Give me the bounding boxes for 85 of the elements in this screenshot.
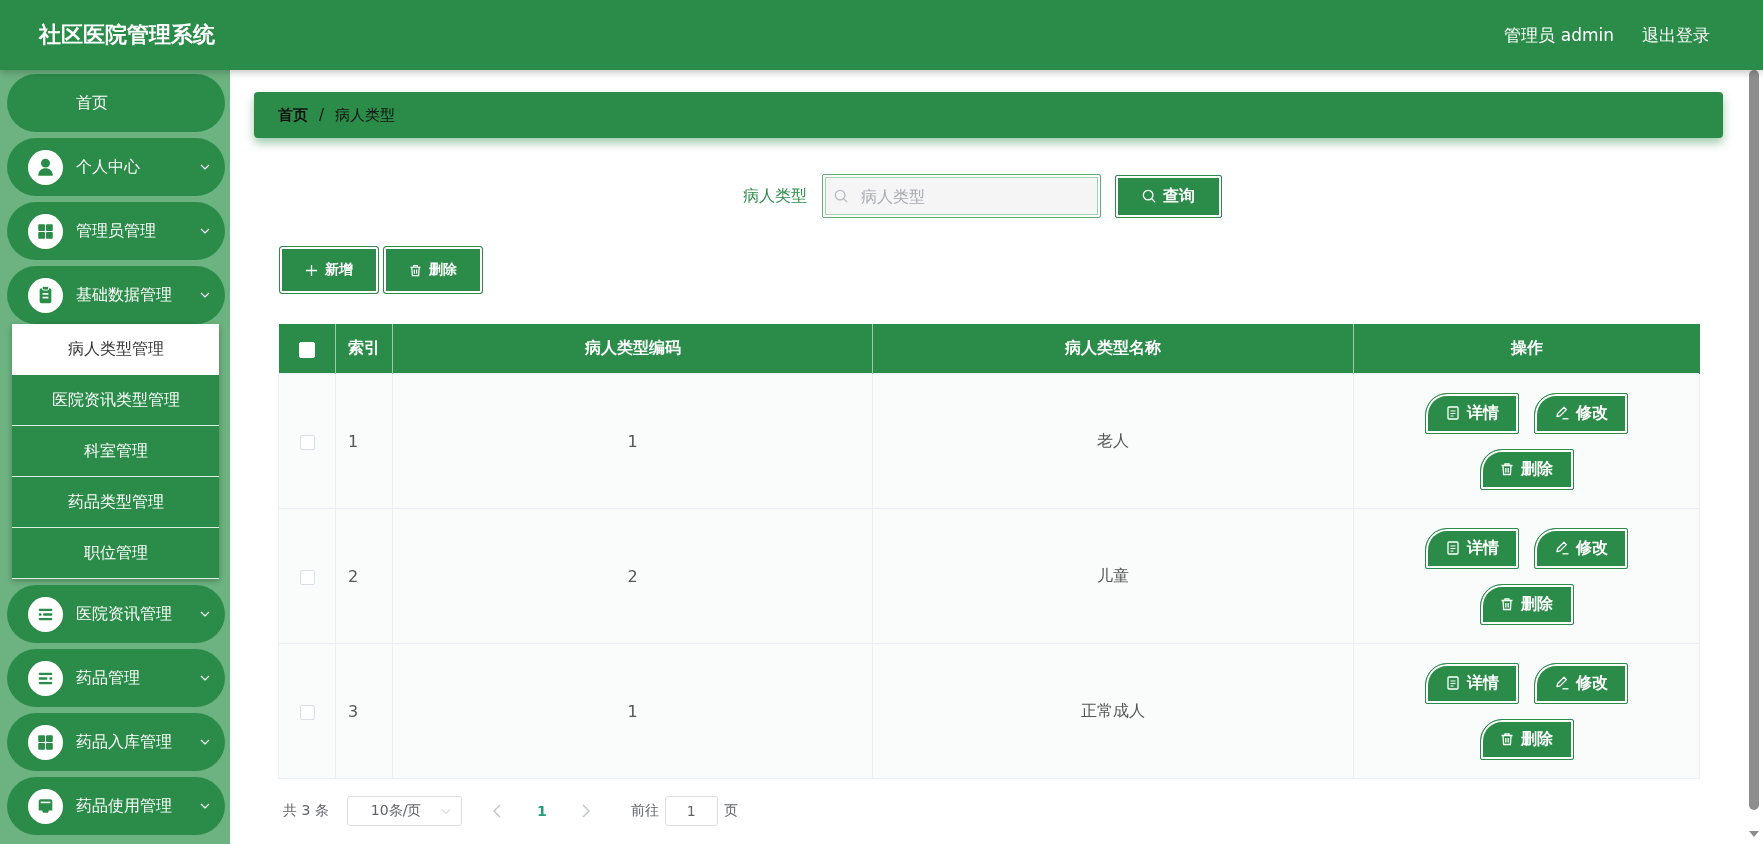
search-label: 病人类型	[743, 185, 807, 207]
table-cell: 儿童	[872, 508, 1354, 644]
plus-icon	[305, 263, 318, 277]
search-icon	[1142, 189, 1156, 203]
logout-link[interactable]: 退出登录	[1642, 23, 1710, 47]
chevron-down-icon	[200, 675, 210, 681]
trash-icon	[409, 263, 422, 277]
checkbox[interactable]	[299, 704, 315, 720]
grid-icon	[28, 724, 63, 760]
search-button[interactable]: 查询	[1115, 174, 1222, 218]
menu-item[interactable]: 管理员管理	[7, 202, 225, 260]
tray-icon	[28, 788, 63, 824]
checkbox[interactable]	[299, 569, 315, 585]
app-title: 社区医院管理系统	[39, 21, 215, 49]
menu-item[interactable]: 个人中心	[7, 138, 225, 196]
menu-item[interactable]: 药品管理	[7, 649, 225, 707]
goto-label: 前往	[630, 802, 659, 820]
column-header: 索引	[335, 324, 393, 374]
breadcrumb-current: 病人类型	[335, 105, 396, 125]
triangle-down-icon[interactable]	[1749, 831, 1759, 837]
edit-button[interactable]: 修改	[1534, 392, 1628, 434]
search-field[interactable]: 病人类型	[822, 174, 1101, 218]
column-header: 病人类型编码	[392, 324, 873, 374]
table-cell: 正常成人	[872, 643, 1354, 779]
trash-icon	[1500, 462, 1514, 476]
chevron-down-icon	[200, 803, 210, 809]
edit-button[interactable]: 修改	[1534, 527, 1628, 569]
page-input[interactable]: 1	[664, 796, 718, 826]
table-cell: 1	[392, 373, 873, 509]
table-cell: 2	[335, 508, 393, 644]
submenu-item[interactable]: 病人类型管理	[12, 324, 219, 375]
column-header: 病人类型名称	[872, 324, 1354, 374]
delete-button[interactable]: 删除	[383, 246, 483, 294]
menu-item[interactable]: 医院资讯管理	[7, 585, 225, 643]
menu-item[interactable]: 药品使用管理	[7, 777, 225, 835]
chevron-down-icon	[200, 739, 210, 745]
table-cell: 3	[335, 643, 393, 779]
table-cell: 2	[392, 508, 873, 644]
chevron-down-icon	[200, 611, 210, 617]
goto-suffix: 页	[723, 802, 738, 820]
menu-item[interactable]: 药品入库管理	[7, 713, 225, 771]
document-icon	[1445, 406, 1460, 420]
detail-button[interactable]: 详情	[1425, 392, 1519, 434]
edit-button[interactable]: 修改	[1534, 662, 1628, 704]
breadcrumb-separator: /	[319, 106, 325, 124]
pencil-icon	[1554, 541, 1569, 555]
delete-button[interactable]: 删除	[1479, 718, 1574, 760]
page-size-select[interactable]: 10条/页	[346, 796, 462, 826]
page-button[interactable]: 1	[526, 797, 557, 825]
breadcrumb-link[interactable]: 首页	[278, 105, 308, 125]
table-cell: 1	[335, 373, 393, 509]
chevron-down-icon	[200, 164, 210, 170]
submenu-item[interactable]: 科室管理	[12, 426, 219, 477]
detail-button[interactable]: 详情	[1425, 527, 1519, 569]
trash-icon	[1500, 597, 1514, 611]
chevron-down-icon	[200, 292, 210, 298]
delete-button[interactable]: 删除	[1479, 583, 1574, 625]
detail-button[interactable]: 详情	[1425, 662, 1519, 704]
chevron-down-icon	[200, 228, 210, 234]
pencil-icon	[1554, 676, 1569, 690]
menu-item[interactable]: 基础数据管理	[7, 266, 225, 324]
user-label: 管理员 admin	[1504, 23, 1614, 47]
submenu-item[interactable]: 职位管理	[12, 528, 219, 579]
bars-icon	[28, 660, 63, 696]
chevron-down-icon	[440, 807, 451, 815]
delete-button[interactable]: 删除	[1479, 448, 1574, 490]
clipboard-icon	[28, 277, 63, 313]
document-icon	[1445, 676, 1460, 690]
column-header: 操作	[1353, 324, 1700, 374]
user-icon	[28, 149, 63, 185]
table-cell: 老人	[872, 373, 1354, 509]
submenu-item[interactable]: 药品类型管理	[12, 477, 219, 528]
add-button[interactable]: 新增	[279, 246, 379, 294]
list-icon	[28, 596, 63, 632]
page-total: 共 3 条	[283, 802, 329, 820]
menu-item[interactable]: 首页	[7, 74, 225, 132]
grid-icon	[28, 213, 63, 249]
submenu-item[interactable]: 医院资讯类型管理	[12, 375, 219, 426]
document-icon	[1445, 541, 1460, 555]
pencil-icon	[1554, 406, 1569, 420]
scrollbar-thumb[interactable]	[1749, 70, 1759, 810]
table-cell: 1	[392, 643, 873, 779]
trash-icon	[1500, 732, 1514, 746]
search-icon	[834, 189, 848, 203]
checkbox[interactable]	[299, 434, 315, 450]
